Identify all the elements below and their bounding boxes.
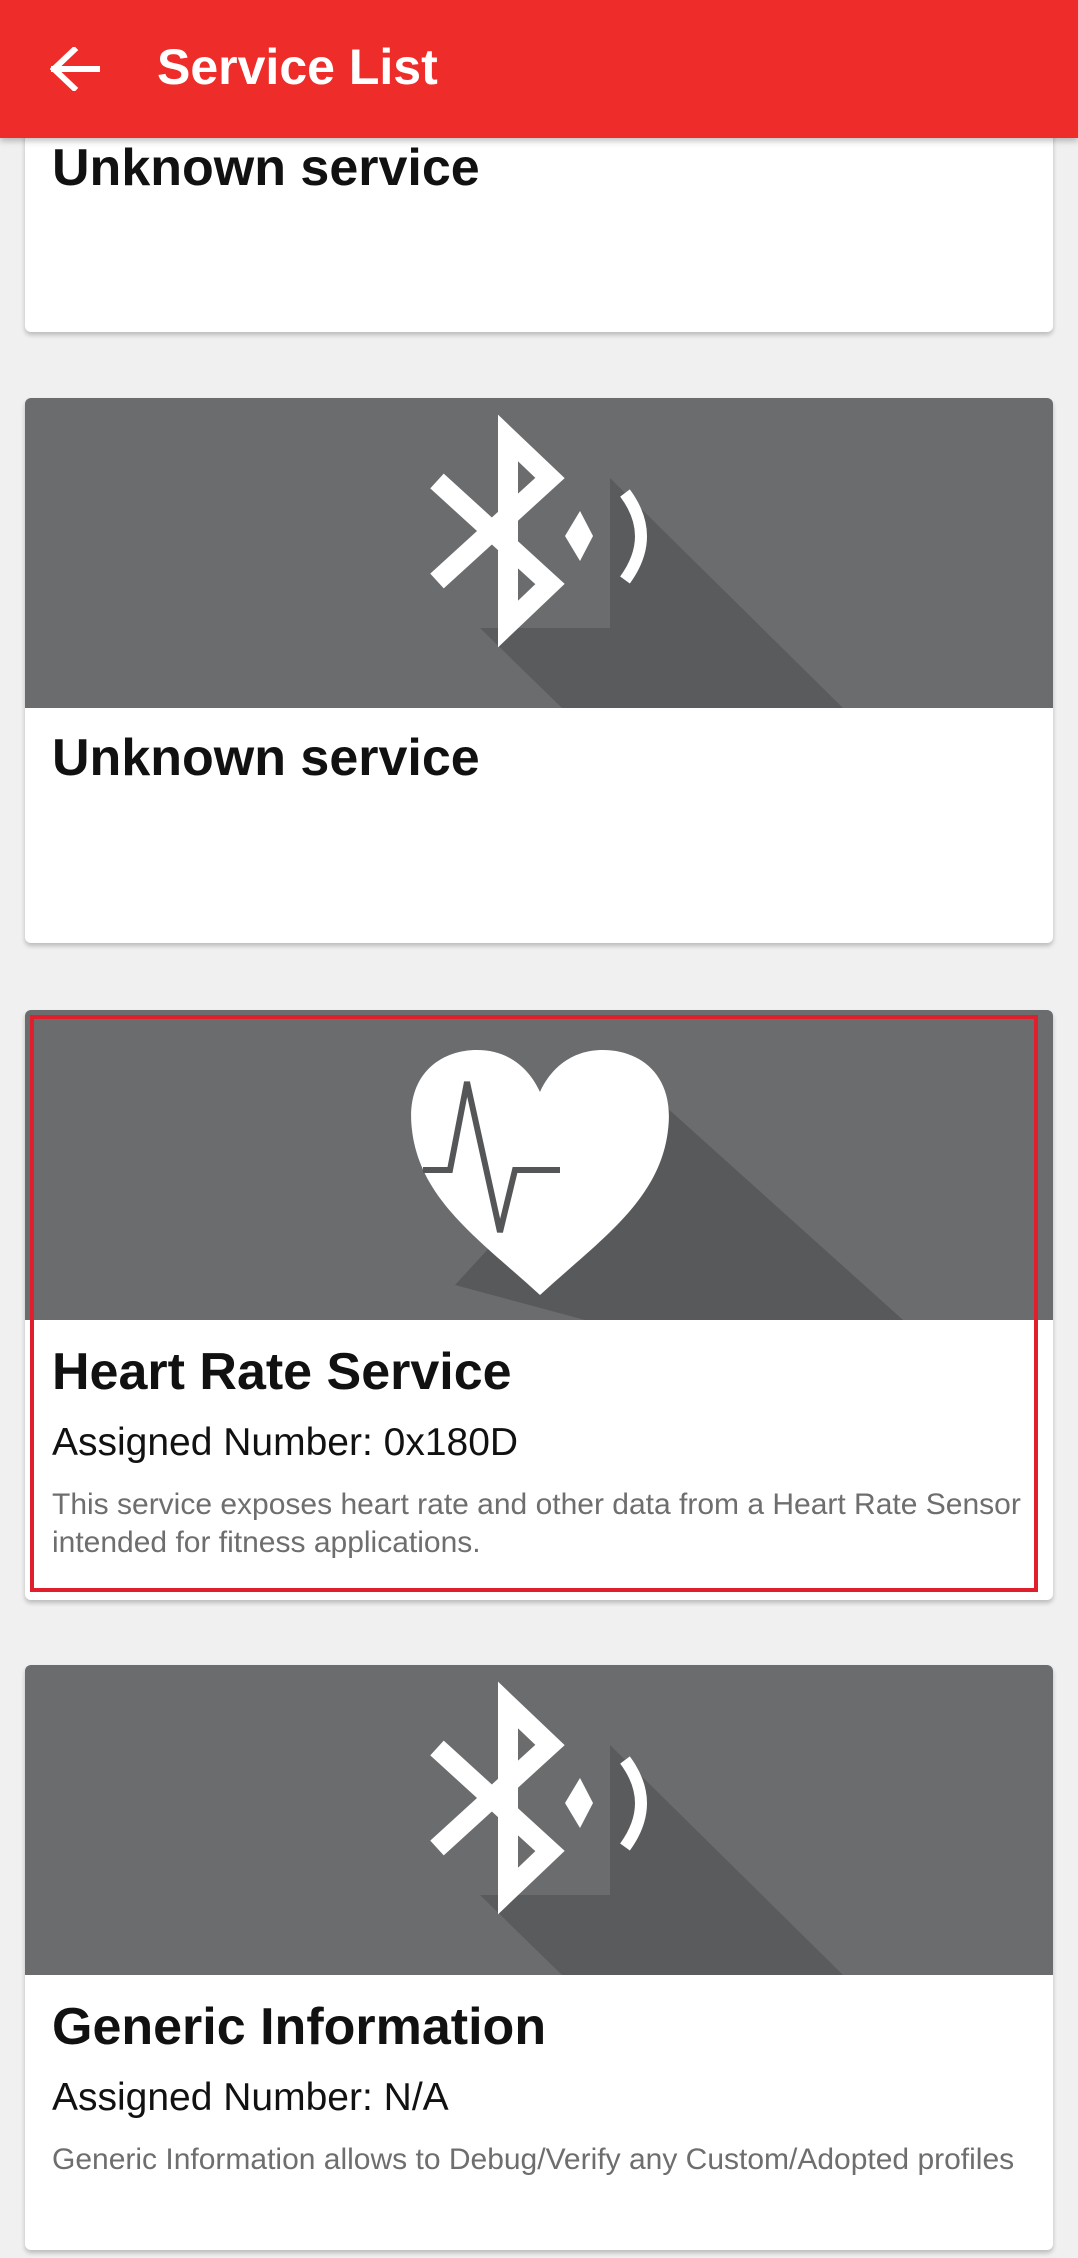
arrow-left-icon xyxy=(50,47,100,91)
service-name: Unknown service xyxy=(52,729,480,787)
bluetooth-icon xyxy=(430,1681,843,1975)
heart-rate-icon xyxy=(411,1050,903,1320)
back-button[interactable] xyxy=(30,24,120,114)
app-bar: Service List xyxy=(0,0,1078,138)
card-banner xyxy=(25,398,1053,708)
bluetooth-icon xyxy=(430,414,843,708)
service-card-generic-information[interactable]: Generic Information Assigned Number: N/A… xyxy=(25,1665,1053,2250)
card-banner xyxy=(25,1010,1053,1320)
service-name: Heart Rate Service xyxy=(52,1343,512,1401)
service-name: Generic Information xyxy=(52,1998,547,2056)
card-banner xyxy=(25,1665,1053,1975)
service-name: Unknown service xyxy=(52,139,480,197)
service-description: This service exposes heart rate and othe… xyxy=(52,1488,1021,1559)
assigned-number: Assigned Number: N/A xyxy=(52,2076,449,2119)
page-title: Service List xyxy=(157,39,438,95)
service-card-heart-rate[interactable]: Heart Rate Service Assigned Number: 0x18… xyxy=(25,1010,1053,1600)
service-description: Generic Information allows to Debug/Veri… xyxy=(52,2143,1015,2176)
assigned-number: Assigned Number: 0x180D xyxy=(52,1421,519,1464)
service-card-unknown-2[interactable]: Unknown service xyxy=(25,398,1053,943)
